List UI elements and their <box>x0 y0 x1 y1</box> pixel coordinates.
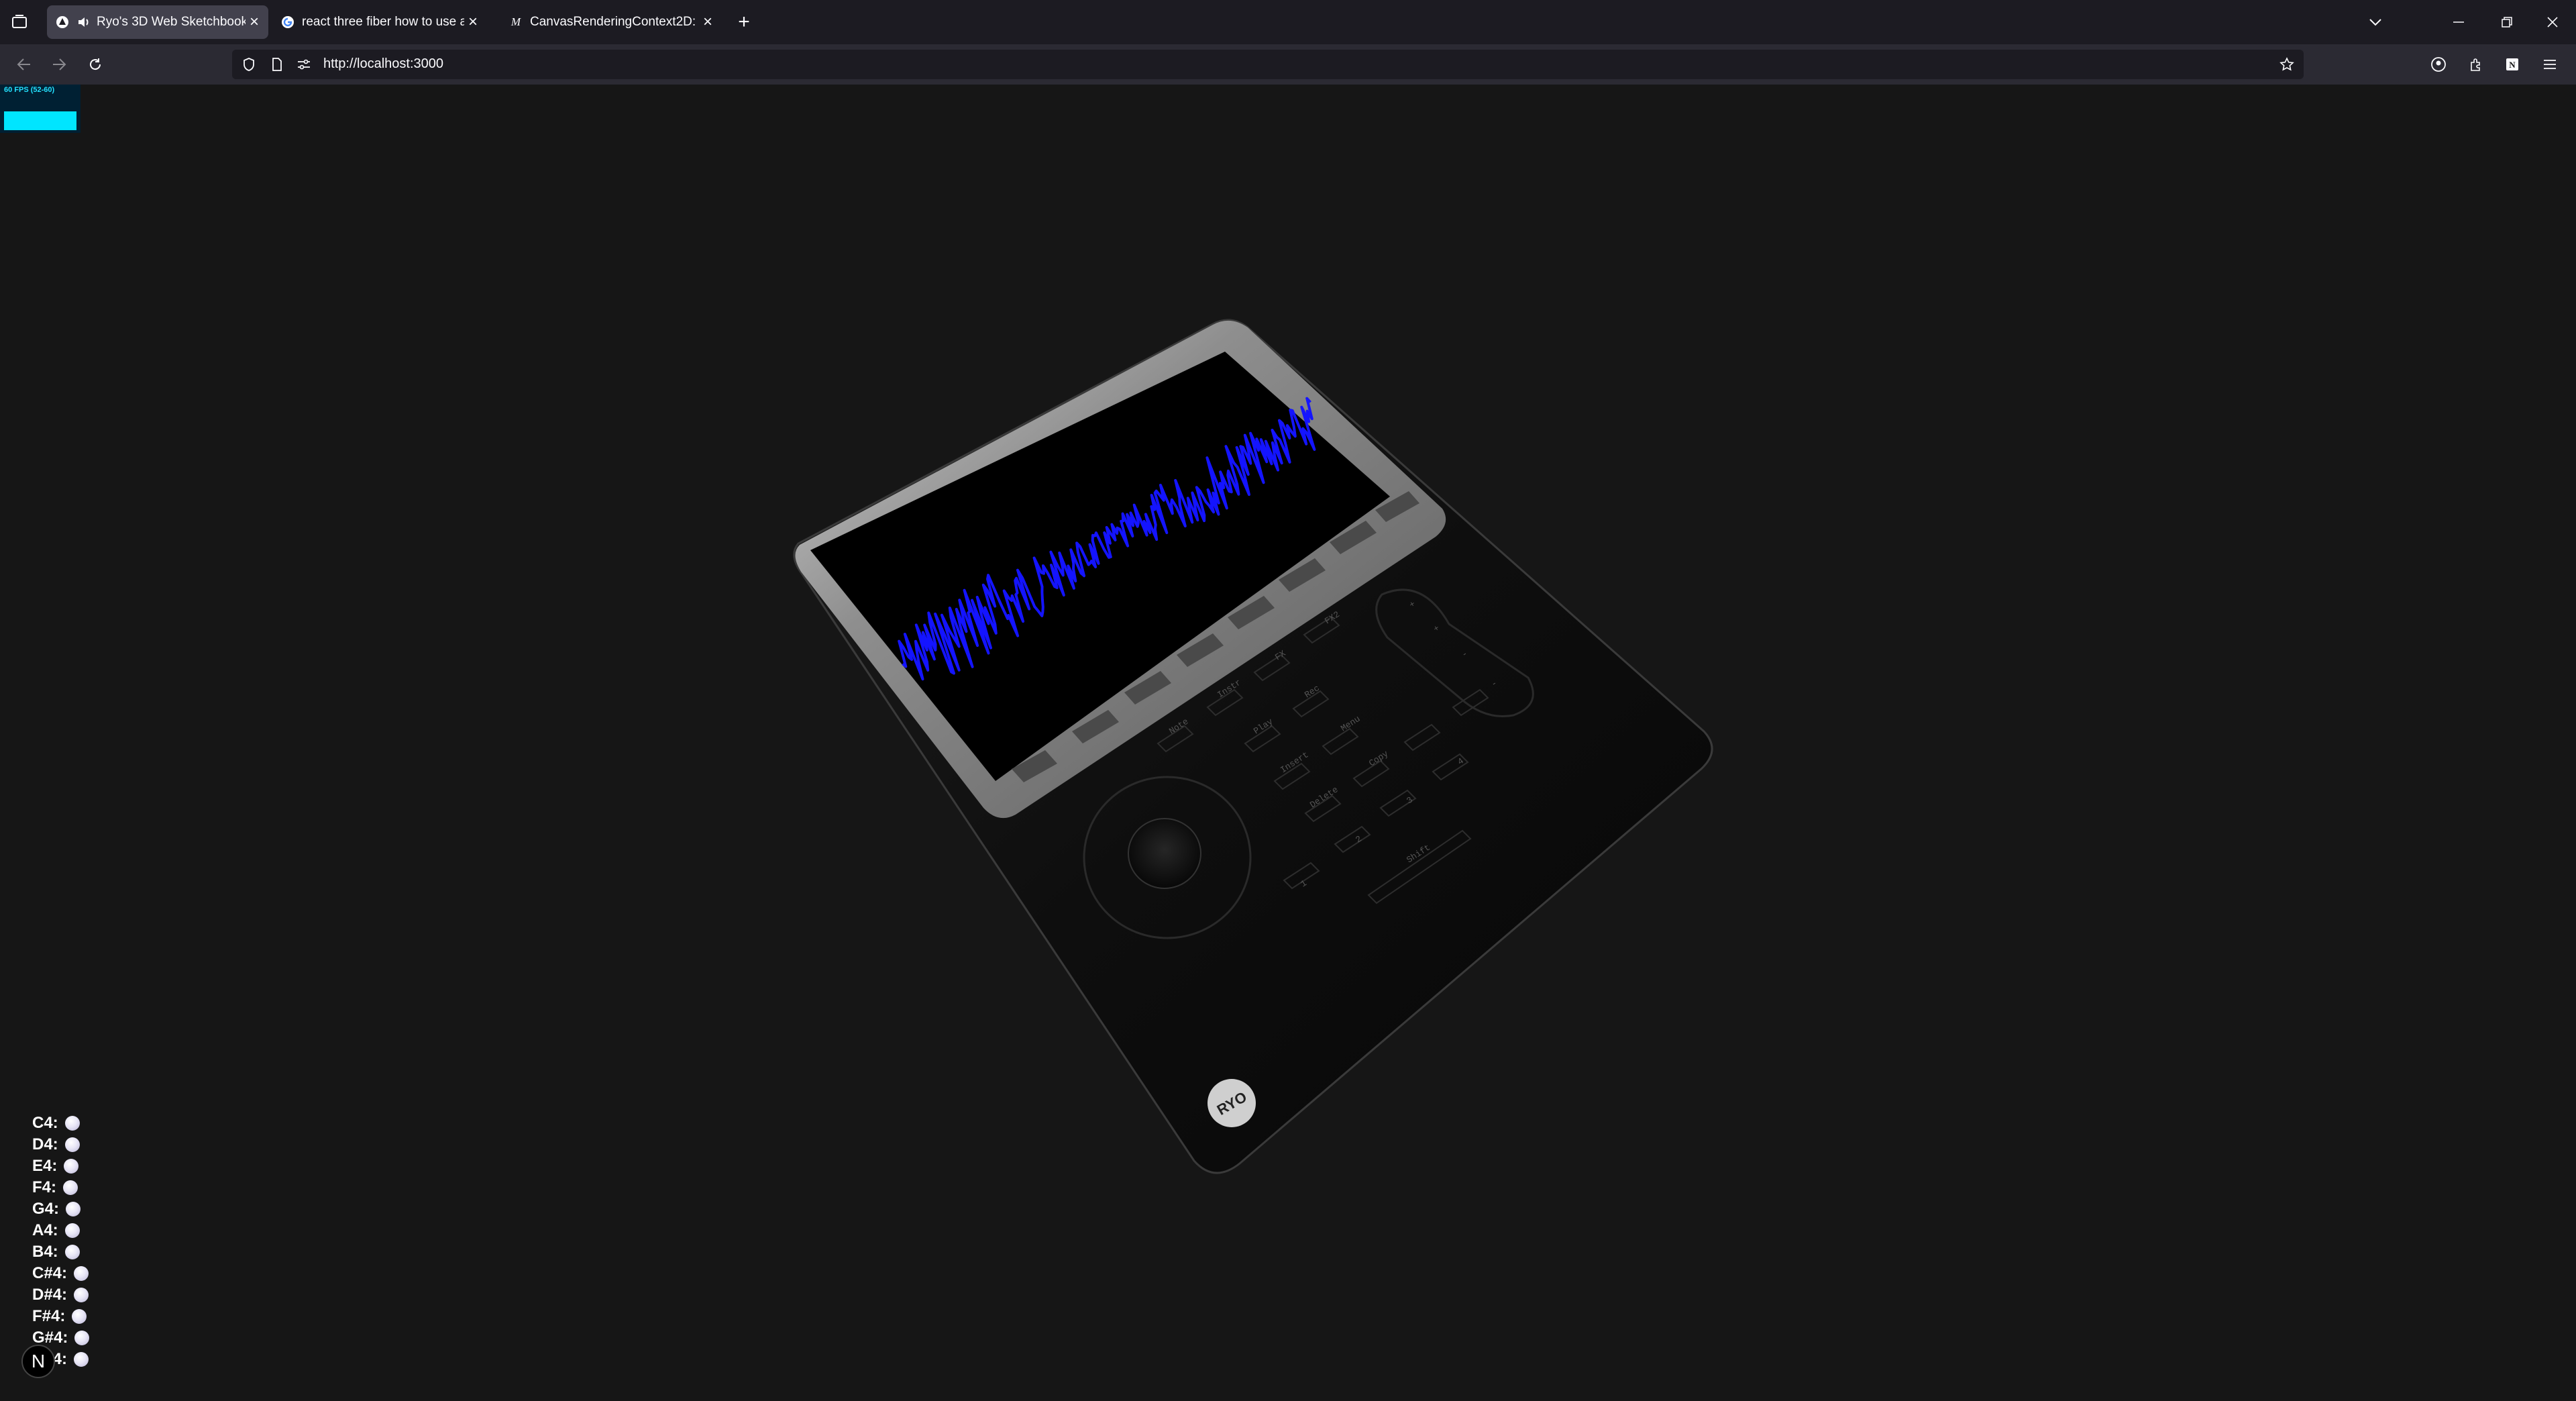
nextjs-badge[interactable]: N <box>21 1345 55 1378</box>
note-label: C#4: <box>32 1264 68 1282</box>
note-label: B4: <box>32 1243 58 1261</box>
fps-graph <box>4 111 76 130</box>
note-row: D4: <box>32 1134 89 1155</box>
note-label: F4: <box>32 1178 56 1196</box>
note-label: F#4: <box>32 1307 66 1325</box>
note-indicator-dot <box>63 1180 78 1195</box>
synth-device-scene[interactable]: Note Instr FX FX2 Play Rec Menu Insert C… <box>0 0 2576 1401</box>
note-row: F4: <box>32 1177 89 1198</box>
badge-letter: N <box>31 1351 46 1371</box>
note-indicator-list: C4:D4:E4:F4:G4:A4:B4:C#4:D#4:F#4:G#4:A#4… <box>32 1112 90 1370</box>
note-row: C#4: <box>32 1263 89 1284</box>
note-label: C4: <box>32 1114 58 1132</box>
note-indicator-dot <box>74 1331 90 1345</box>
jog-knob <box>1128 818 1201 889</box>
note-row: E4: <box>32 1155 89 1177</box>
note-indicator-dot <box>64 1245 80 1259</box>
fps-text: 60 FPS (52-60) <box>4 86 55 94</box>
note-row: B4: <box>32 1241 89 1263</box>
note-row: D#4: <box>32 1284 89 1306</box>
note-label: D4: <box>32 1135 58 1153</box>
note-indicator-dot <box>64 1223 80 1238</box>
note-indicator-dot <box>64 1137 80 1152</box>
note-row: A4: <box>32 1220 89 1241</box>
note-indicator-dot <box>64 1159 79 1174</box>
note-row: G4: <box>32 1198 89 1220</box>
note-indicator-dot <box>72 1309 87 1324</box>
note-row: F#4: <box>32 1306 89 1327</box>
note-label: G4: <box>32 1200 60 1218</box>
note-indicator-dot <box>74 1288 89 1302</box>
note-label: D#4: <box>32 1286 68 1304</box>
note-label: E4: <box>32 1157 58 1175</box>
note-indicator-dot <box>64 1116 80 1131</box>
note-indicator-dot <box>74 1352 89 1367</box>
note-indicator-dot <box>74 1266 89 1281</box>
note-indicator-dot <box>66 1202 81 1216</box>
note-row: C4: <box>32 1112 89 1134</box>
note-label: A4: <box>32 1221 58 1239</box>
